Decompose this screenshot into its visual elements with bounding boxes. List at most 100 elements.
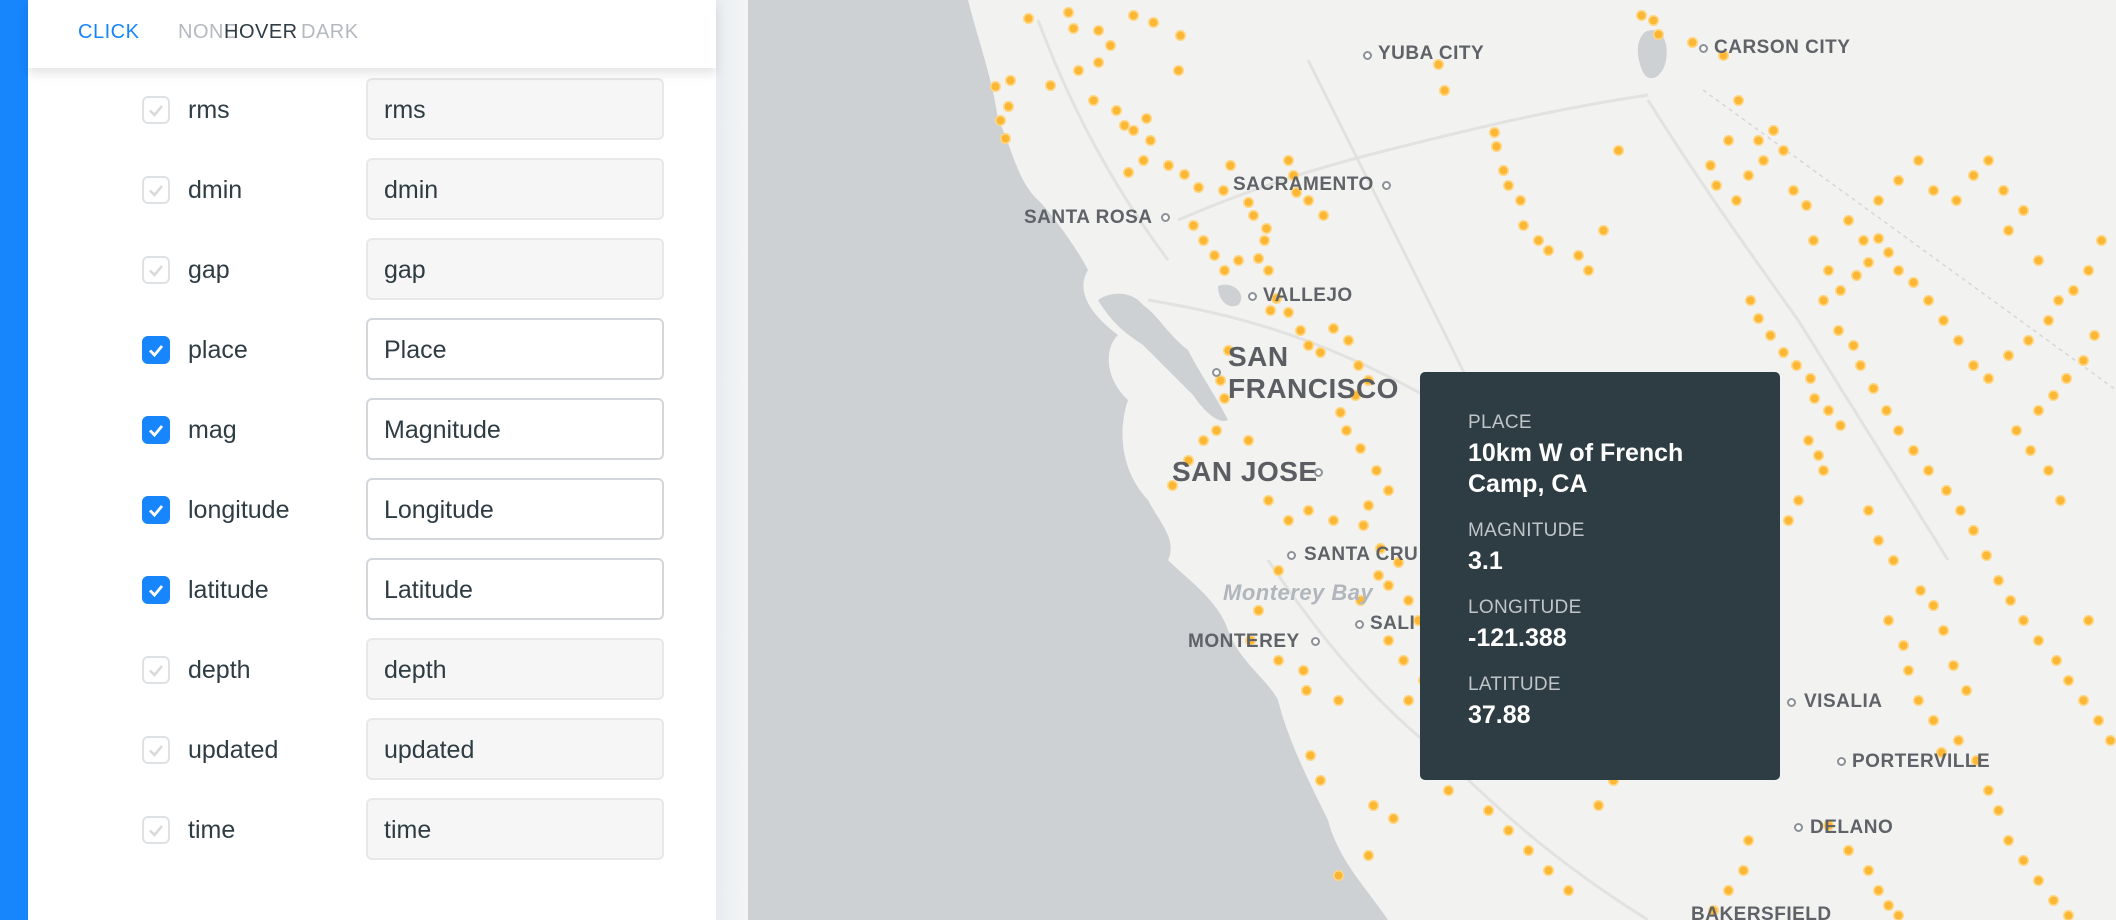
earthquake-point[interactable] <box>1898 640 1909 651</box>
earthquake-point[interactable] <box>1873 233 1884 244</box>
earthquake-point[interactable] <box>1955 505 1966 516</box>
earthquake-point[interactable] <box>1093 57 1104 68</box>
earthquake-point[interactable] <box>1068 23 1079 34</box>
earthquake-point[interactable] <box>1243 197 1254 208</box>
earthquake-point[interactable] <box>1778 145 1789 156</box>
earthquake-point[interactable] <box>1788 185 1799 196</box>
earthquake-point[interactable] <box>1145 135 1156 146</box>
earthquake-point[interactable] <box>1593 800 1604 811</box>
earthquake-point[interactable] <box>1315 347 1326 358</box>
earthquake-point[interactable] <box>1563 885 1574 896</box>
earthquake-point[interactable] <box>1968 360 1979 371</box>
earthquake-point[interactable] <box>2023 335 2034 346</box>
earthquake-point[interactable] <box>1303 505 1314 516</box>
earthquake-point[interactable] <box>2033 635 2044 646</box>
earthquake-point[interactable] <box>1261 223 1272 234</box>
earthquake-point[interactable] <box>1128 10 1139 21</box>
earthquake-point[interactable] <box>2083 265 2094 276</box>
earthquake-point[interactable] <box>1088 95 1099 106</box>
earthquake-point[interactable] <box>1883 900 1894 911</box>
earthquake-point[interactable] <box>1333 870 1344 881</box>
earthquake-point[interactable] <box>1403 595 1414 606</box>
earthquake-point[interactable] <box>1873 535 1884 546</box>
field-alias-input-place[interactable]: Place <box>366 318 664 380</box>
earthquake-point[interactable] <box>1723 885 1734 896</box>
field-checkbox-dmin[interactable] <box>142 176 170 204</box>
earthquake-point[interactable] <box>1211 425 1222 436</box>
earthquake-point[interactable] <box>1503 825 1514 836</box>
earthquake-point[interactable] <box>1848 340 1859 351</box>
earthquake-point[interactable] <box>1243 435 1254 446</box>
earthquake-point[interactable] <box>1791 360 1802 371</box>
earthquake-point[interactable] <box>1923 295 1934 306</box>
field-alias-input-mag[interactable]: Magnitude <box>366 398 664 460</box>
earthquake-point[interactable] <box>1198 435 1209 446</box>
earthquake-point[interactable] <box>1093 25 1104 36</box>
earthquake-point[interactable] <box>1315 775 1326 786</box>
earthquake-point[interactable] <box>1491 141 1502 152</box>
earthquake-point[interactable] <box>1123 167 1134 178</box>
earthquake-point[interactable] <box>1233 255 1244 266</box>
earthquake-point[interactable] <box>1888 555 1899 566</box>
earthquake-point[interactable] <box>1188 220 1199 231</box>
earthquake-point[interactable] <box>1835 285 1846 296</box>
earthquake-point[interactable] <box>1368 800 1379 811</box>
earthquake-point[interactable] <box>2078 355 2089 366</box>
earthquake-point[interactable] <box>1768 125 1779 136</box>
earthquake-point[interactable] <box>1005 75 1016 86</box>
earthquake-point[interactable] <box>1328 323 1339 334</box>
earthquake-point[interactable] <box>1983 785 1994 796</box>
earthquake-point[interactable] <box>1823 405 1834 416</box>
earthquake-point[interactable] <box>1388 813 1399 824</box>
earthquake-point[interactable] <box>2068 285 2079 296</box>
earthquake-point[interactable] <box>2096 235 2107 246</box>
earthquake-point[interactable] <box>1301 685 1312 696</box>
earthquake-point[interactable] <box>1383 635 1394 646</box>
earthquake-point[interactable] <box>1803 435 1814 446</box>
earthquake-point[interactable] <box>1193 182 1204 193</box>
earthquake-point[interactable] <box>1498 165 1509 176</box>
earthquake-point[interactable] <box>1863 865 1874 876</box>
earthquake-point[interactable] <box>2025 445 2036 456</box>
earthquake-point[interactable] <box>1818 465 1829 476</box>
earthquake-point[interactable] <box>1613 145 1624 156</box>
earthquake-point[interactable] <box>1283 307 1294 318</box>
earthquake-point[interactable] <box>1793 495 1804 506</box>
earthquake-point[interactable] <box>2053 295 2064 306</box>
earthquake-point[interactable] <box>1893 175 1904 186</box>
earthquake-point[interactable] <box>1833 325 1844 336</box>
earthquake-point[interactable] <box>1518 220 1529 231</box>
earthquake-point[interactable] <box>1733 95 1744 106</box>
earthquake-point[interactable] <box>1353 360 1364 371</box>
earthquake-point[interactable] <box>1533 235 1544 246</box>
earthquake-point[interactable] <box>2018 615 2029 626</box>
earthquake-point[interactable] <box>1128 125 1139 136</box>
earthquake-point[interactable] <box>1873 885 1884 896</box>
earthquake-point[interactable] <box>1928 185 1939 196</box>
earthquake-point[interactable] <box>2003 835 2014 846</box>
earthquake-point[interactable] <box>1439 85 1450 96</box>
earthquake-point[interactable] <box>1363 850 1374 861</box>
earthquake-point[interactable] <box>1023 13 1034 24</box>
earthquake-point[interactable] <box>1636 10 1647 21</box>
earthquake-point[interactable] <box>1303 340 1314 351</box>
earthquake-point[interactable] <box>1765 330 1776 341</box>
earthquake-point[interactable] <box>2063 910 2074 920</box>
earthquake-point[interactable] <box>1908 277 1919 288</box>
earthquake-point[interactable] <box>1903 665 1914 676</box>
earthquake-point[interactable] <box>1363 500 1374 511</box>
earthquake-point[interactable] <box>995 115 1006 126</box>
earthquake-point[interactable] <box>1998 185 2009 196</box>
earthquake-point[interactable] <box>1295 325 1306 336</box>
field-alias-input-gap[interactable]: gap <box>366 238 664 300</box>
earthquake-point[interactable] <box>1687 37 1698 48</box>
earthquake-point[interactable] <box>1813 450 1824 461</box>
earthquake-point[interactable] <box>1303 195 1314 206</box>
earthquake-point[interactable] <box>1543 865 1554 876</box>
earthquake-point[interactable] <box>2093 715 2104 726</box>
field-alias-input-depth[interactable]: depth <box>366 638 664 700</box>
earthquake-point[interactable] <box>1653 29 1664 40</box>
earthquake-point[interactable] <box>1881 405 1892 416</box>
earthquake-point[interactable] <box>1298 665 1309 676</box>
earthquake-point[interactable] <box>1333 695 1344 706</box>
